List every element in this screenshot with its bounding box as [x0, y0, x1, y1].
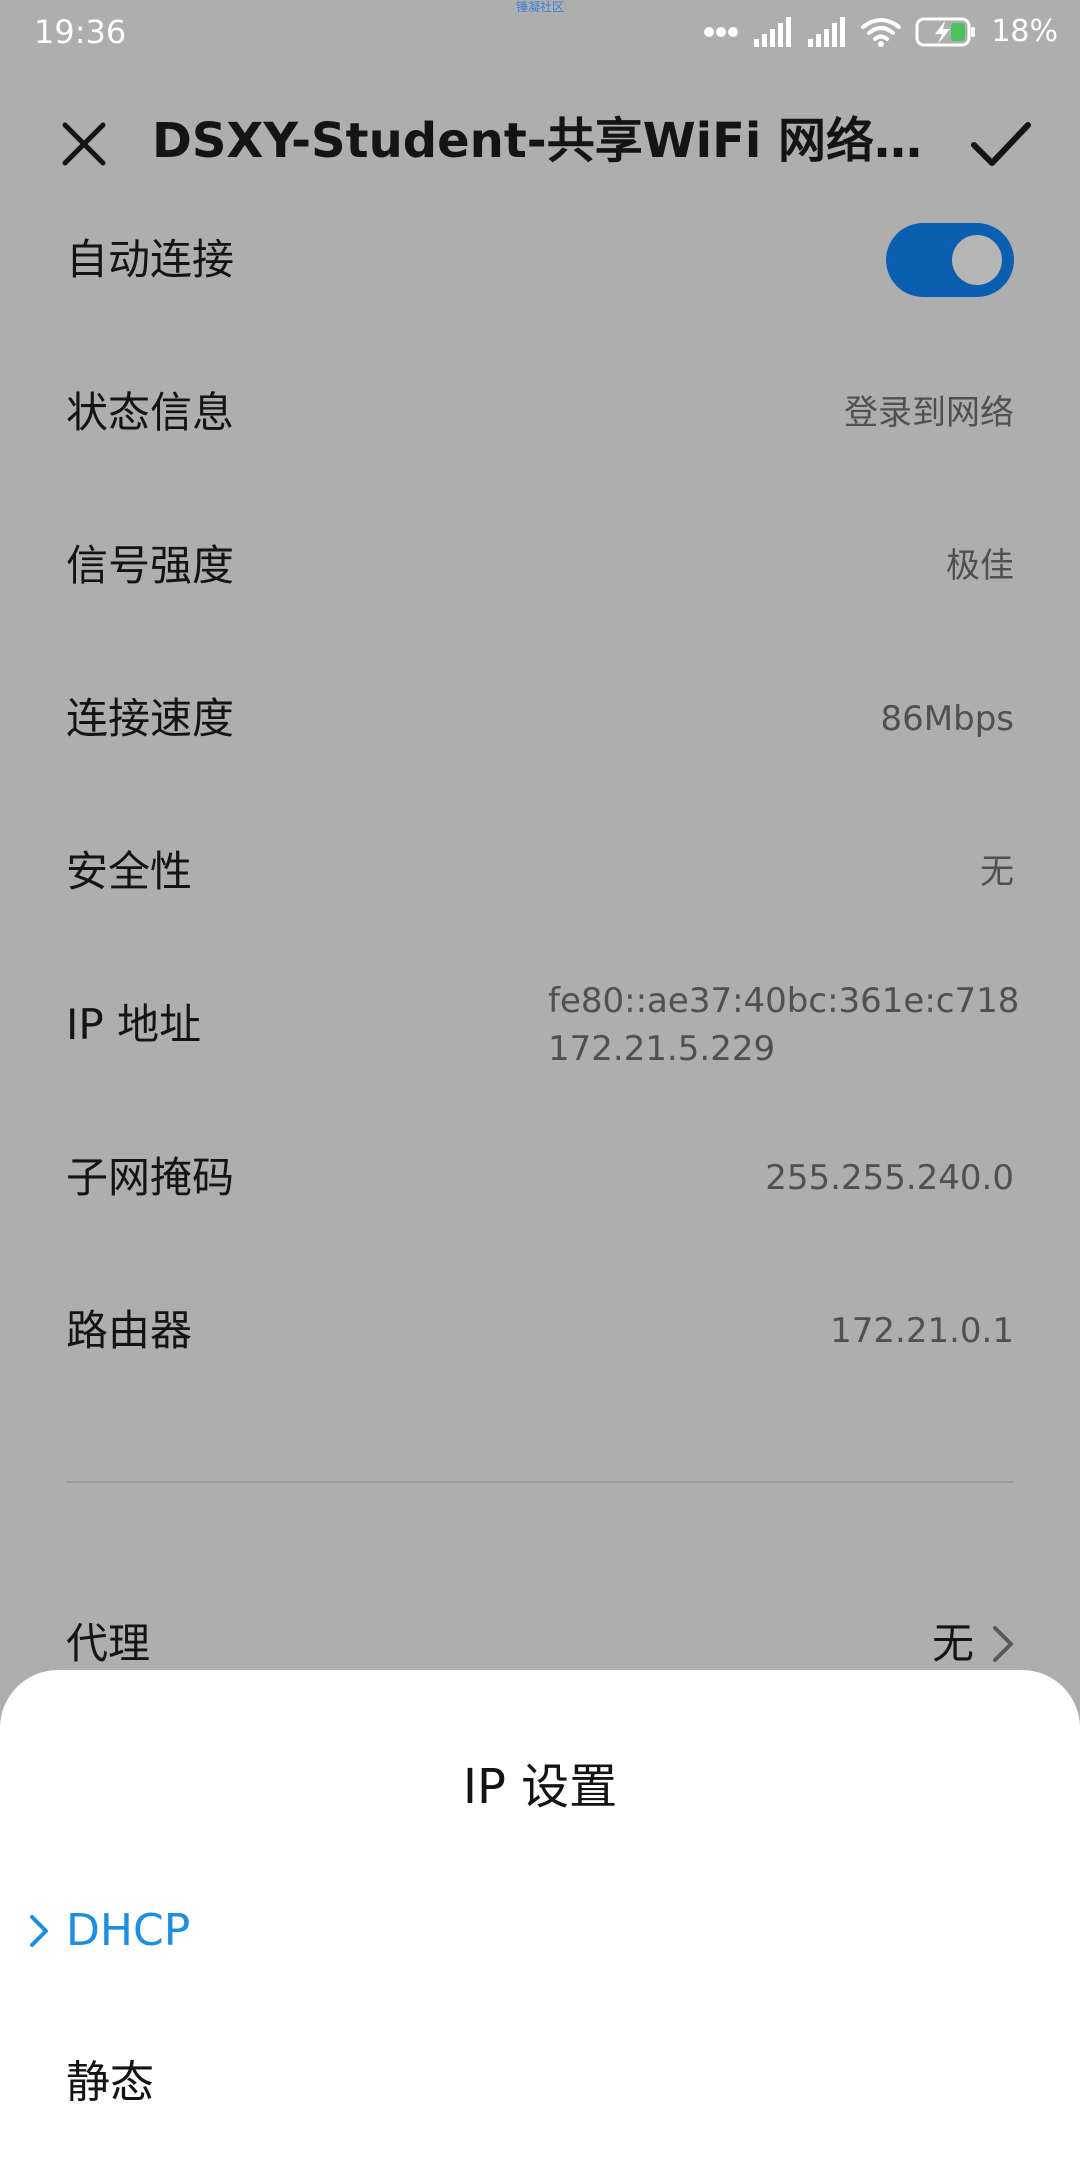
- toggle-knob: [952, 234, 1002, 285]
- ip-settings-sheet: IP 设置 DHCP 静态: [0, 1670, 1080, 2160]
- ipv6-value: fe80::ae37:40bc:361e:c718: [548, 980, 1020, 1021]
- title-bar: DSXY-Student-共享WiFi 网络详情: [0, 96, 1080, 186]
- row-speed: 连接速度 86Mbps: [66, 642, 1014, 795]
- proxy-value-text: 无: [931, 1618, 974, 1668]
- proxy-value: 无: [932, 1616, 1014, 1672]
- option-dhcp-label: DHCP: [66, 1905, 191, 1956]
- status-time: 19:36: [34, 13, 127, 51]
- option-static[interactable]: 静态: [0, 2028, 1080, 2138]
- router-label: 路由器: [66, 1305, 193, 1355]
- more-dots-icon: [704, 27, 739, 37]
- signal-label: 信号强度: [66, 540, 235, 590]
- sheet-title: IP 设置: [462, 1759, 618, 1815]
- row-security: 安全性 无: [66, 795, 1014, 948]
- status-icons: 18%: [703, 12, 1058, 52]
- status-bar: 19:36 锤凝社区 18%: [0, 0, 1080, 64]
- status-label: 状态信息: [66, 387, 235, 437]
- battery-percent: 18%: [991, 14, 1058, 49]
- signal-2-icon: [808, 17, 846, 47]
- speed-value: 86Mbps: [880, 698, 1014, 739]
- chevron-right-icon: [993, 1625, 1013, 1662]
- signal-1-icon: [754, 17, 792, 47]
- security-value: 无: [980, 851, 1014, 892]
- ip-value: fe80::ae37:40bc:361e:c718 172.21.5.229: [548, 977, 1020, 1073]
- proxy-label: 代理: [66, 1618, 151, 1668]
- speed-label: 连接速度: [66, 693, 235, 743]
- auto-connect-toggle[interactable]: [886, 222, 1014, 297]
- security-label: 安全性: [66, 846, 193, 896]
- page-title: DSXY-Student-共享WiFi 网络详情: [152, 113, 942, 169]
- row-status: 状态信息 登录到网络: [66, 336, 1014, 489]
- option-dhcp[interactable]: DHCP: [0, 1876, 1080, 1986]
- subnet-value: 255.255.240.0: [765, 1157, 1014, 1198]
- ipv4-value: 172.21.5.229: [548, 1028, 776, 1069]
- router-value: 172.21.0.1: [830, 1310, 1014, 1351]
- wifi-icon: [861, 18, 902, 47]
- auto-connect-label: 自动连接: [66, 234, 235, 284]
- check-icon: [971, 122, 1031, 166]
- row-signal: 信号强度 极佳: [66, 489, 1014, 642]
- status-value: 登录到网络: [844, 392, 1014, 433]
- ip-label: IP 地址: [66, 999, 202, 1049]
- subnet-label: 子网掩码: [66, 1152, 235, 1202]
- battery-charging-icon: [915, 17, 976, 47]
- close-icon: [62, 122, 106, 166]
- signal-value: 极佳: [946, 545, 1014, 586]
- confirm-button[interactable]: [964, 112, 1038, 176]
- option-static-label: 静态: [66, 2057, 154, 2108]
- network-details: 自动连接 状态信息 登录到网络 信号强度 极佳 连接速度 86Mbps 安全性 …: [0, 183, 1080, 1720]
- row-subnet: 子网掩码 255.255.240.0: [66, 1101, 1014, 1254]
- row-auto-connect: 自动连接: [66, 183, 1014, 336]
- row-router: 路由器 172.21.0.1: [66, 1254, 1014, 1407]
- chevron-right-icon: [30, 1915, 48, 1947]
- row-ip-address: IP 地址 fe80::ae37:40bc:361e:c718 172.21.5…: [66, 948, 1020, 1101]
- watermark: 锤凝社区: [515, 0, 564, 14]
- close-button[interactable]: [52, 112, 116, 176]
